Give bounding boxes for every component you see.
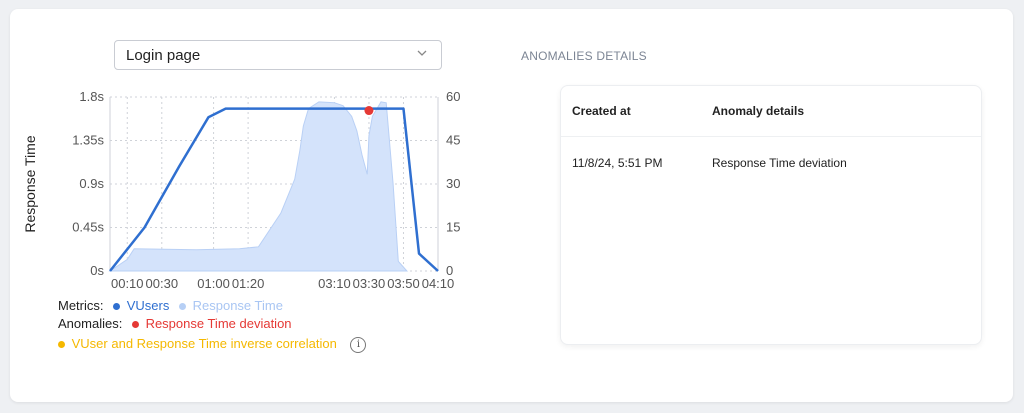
chevron-down-icon: [417, 50, 427, 56]
legend-response-time-dot: [179, 302, 186, 310]
y-axis-left-title: Response Time: [22, 135, 38, 232]
legend-anomalies-label: Anomalies:: [58, 316, 123, 331]
col-created-at: Created at: [572, 104, 631, 118]
page-select-value: Login page: [126, 47, 201, 64]
y-right-tick-label: 15: [446, 220, 460, 235]
y-right-tick-label: 30: [446, 176, 460, 191]
info-icon[interactable]: i: [350, 336, 367, 353]
legend-inverse-dot: [58, 340, 65, 348]
legend-vusers[interactable]: VUsers: [127, 298, 170, 313]
series-response-time-area: [108, 101, 409, 272]
x-tick-label: 00:10: [111, 276, 144, 291]
row-anomaly-details: Response Time deviation: [712, 156, 847, 170]
anomalies-title: ANOMALIES DETAILS: [521, 49, 647, 63]
y-left-tick-label: 0s: [90, 263, 104, 278]
x-tick-label: 03:30: [353, 276, 386, 291]
legend-inverse-correlation[interactable]: VUser and Response Time inverse correlat…: [72, 336, 337, 351]
x-tick-label: 03:50: [387, 276, 420, 291]
y-left-tick-label: 1.8s: [79, 89, 104, 104]
x-tick-label: 04:10: [422, 276, 455, 291]
legend-deviation[interactable]: Response Time deviation: [146, 316, 292, 331]
table-divider: [561, 136, 981, 137]
legend-anomalies: Anomalies: Response Time deviation: [58, 316, 292, 331]
row-created-at: 11/8/24, 5:51 PM: [572, 156, 663, 170]
x-tick-label: 01:20: [232, 276, 265, 291]
y-right-tick-label: 45: [446, 133, 460, 148]
legend-metrics: Metrics: VUsers Response Time: [58, 298, 283, 313]
y-left-tick-label: 1.35s: [72, 133, 104, 148]
anomalies-table: Created at Anomaly details 11/8/24, 5:51…: [560, 85, 982, 345]
legend-inverse: VUser and Response Time inverse correlat…: [52, 336, 367, 353]
legend-vusers-dot: [113, 302, 121, 310]
legend-response-time[interactable]: Response Time: [193, 298, 283, 313]
legend-deviation-dot: [131, 320, 139, 328]
legend-metrics-label: Metrics:: [58, 298, 104, 313]
y-left-tick-label: 0.9s: [79, 176, 104, 191]
anomaly-point: [364, 106, 374, 116]
y-right-tick-label: 60: [446, 89, 460, 104]
x-tick-label: 01:00: [197, 276, 230, 291]
y-left-tick-label: 0.45s: [72, 220, 104, 235]
page-select[interactable]: Login page: [114, 40, 442, 70]
x-tick-label: 03:10: [318, 276, 351, 291]
response-time-chart: 0s 00.45s 150.9s 301.35s 451.8s 6000:10 00:30 0…: [22, 89, 460, 291]
col-anomaly-details: Anomaly details: [712, 104, 805, 118]
x-tick-label: 00:30: [146, 276, 179, 291]
